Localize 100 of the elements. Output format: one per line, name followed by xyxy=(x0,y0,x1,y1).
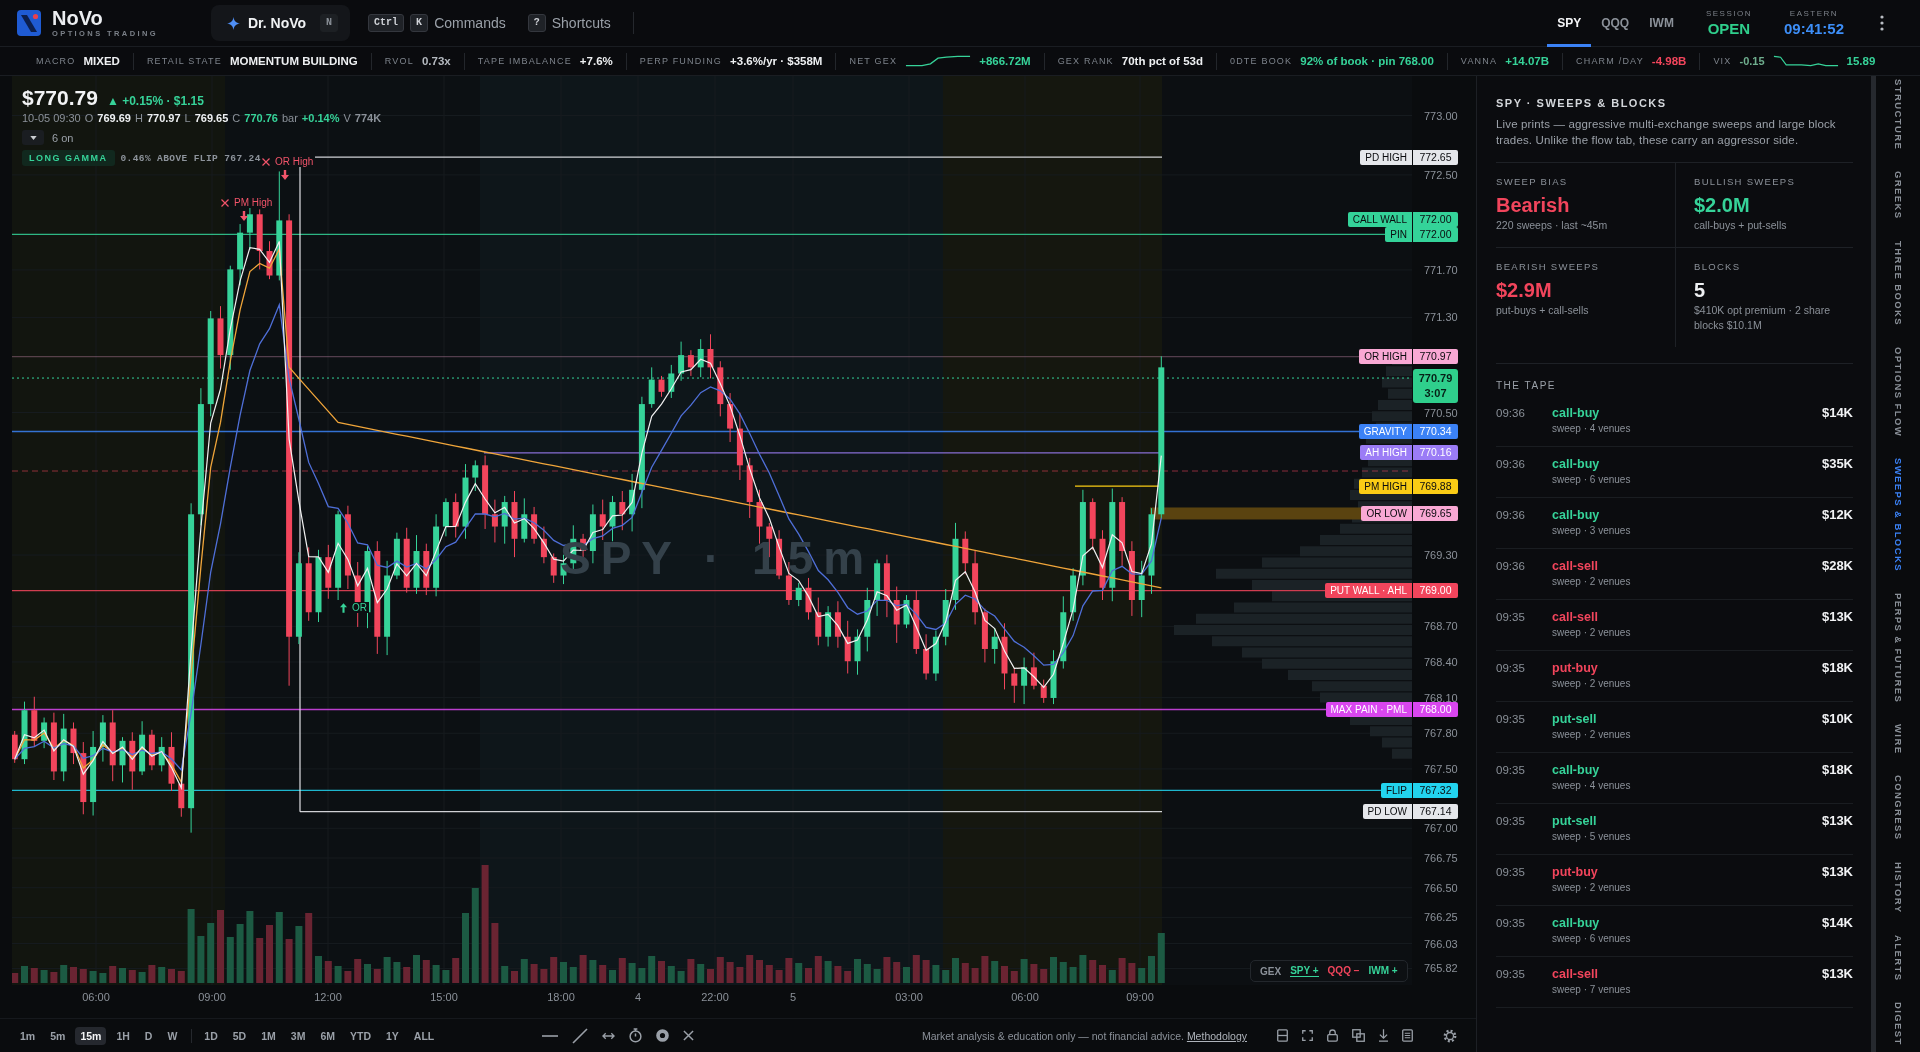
shortcuts-button[interactable]: ? Shortcuts xyxy=(527,14,611,32)
ring-icon[interactable] xyxy=(656,1029,670,1042)
price-tick-label: 766.50 xyxy=(1424,880,1458,895)
trade-detail: sweep · 3 venues xyxy=(1552,524,1632,538)
panel-icon[interactable] xyxy=(1277,1029,1288,1042)
trade-detail: sweep · 2 venues xyxy=(1552,677,1632,691)
side-tab[interactable]: OPTIONS FLOW xyxy=(1892,346,1904,437)
side-tab[interactable]: THREE BOOKS xyxy=(1892,240,1904,326)
price-tick-label: 768.40 xyxy=(1424,654,1458,669)
range-button[interactable]: 6M xyxy=(315,1026,340,1045)
level-price: 767.14 xyxy=(1413,804,1458,820)
trade-amount: $13K xyxy=(1821,966,1853,982)
copy-icon[interactable] xyxy=(1352,1029,1365,1042)
price-tick-label: 766.25 xyxy=(1424,910,1458,925)
trade-detail: sweep · 2 venues xyxy=(1552,626,1632,640)
side-tab[interactable]: SWEEPS & BLOCKS xyxy=(1892,457,1904,572)
more-icon[interactable] xyxy=(1880,15,1884,31)
side-tab[interactable]: DIGEST xyxy=(1892,1002,1904,1046)
metric-label: 0DTE BOOK xyxy=(1229,56,1293,66)
timeframe-button[interactable]: W xyxy=(162,1026,183,1045)
side-tab[interactable]: PERPS & FUTURES xyxy=(1892,592,1904,704)
level-label: PUT WALL · AHL xyxy=(1325,583,1412,599)
indicator-count: 6 on xyxy=(52,131,74,144)
side-tab[interactable]: GREEKS xyxy=(1892,171,1904,220)
range-button[interactable]: YTD xyxy=(345,1026,376,1045)
metric-label: VIX xyxy=(1713,56,1732,66)
logo-icon xyxy=(17,10,41,36)
settings-icon[interactable] xyxy=(1443,1028,1457,1043)
time-tick-label: 03:00 xyxy=(895,991,923,1003)
range-button[interactable]: 1M xyxy=(256,1026,281,1045)
panel-title: SPY · SWEEPS & BLOCKS xyxy=(1496,96,1668,110)
side-tab[interactable]: ALERTS xyxy=(1892,934,1904,981)
trade-time: 09:36 xyxy=(1496,406,1526,421)
trade-detail: sweep · 2 venues xyxy=(1552,575,1632,589)
bar-field-label: C xyxy=(232,111,241,126)
scrollbar[interactable] xyxy=(1871,76,1876,1052)
side-tab[interactable]: STRUCTURE xyxy=(1892,79,1904,151)
timeframe-button[interactable]: D xyxy=(139,1026,158,1045)
sparkline xyxy=(1772,55,1839,67)
double-arrow-icon[interactable] xyxy=(602,1031,616,1040)
list-icon[interactable] xyxy=(1402,1029,1413,1042)
price-tick-label: 771.70 xyxy=(1424,262,1458,277)
trade-time: 09:35 xyxy=(1496,661,1526,676)
app-name: NoVo xyxy=(52,7,104,29)
price-tick-label: 766.03 xyxy=(1424,936,1458,951)
trade-amount: $13K xyxy=(1821,609,1853,625)
trade-type: call-buy xyxy=(1552,405,1601,421)
level-label: AH HIGH xyxy=(1360,445,1412,461)
stat-value: 5 xyxy=(1694,278,1707,303)
stat-value: Bearish xyxy=(1496,193,1571,218)
metric-value: +7.6% xyxy=(579,55,613,67)
trade-amount: $10K xyxy=(1821,711,1853,727)
methodology-link[interactable]: Methodology xyxy=(1186,1029,1247,1042)
trend-line-icon[interactable] xyxy=(572,1027,589,1044)
symbol-tab[interactable]: IWM xyxy=(1639,0,1684,47)
timeframe-button[interactable]: 5m xyxy=(45,1026,71,1045)
range-button[interactable]: ALL xyxy=(408,1026,440,1045)
price-tick-label: 769.30 xyxy=(1424,548,1458,563)
symbol-tab[interactable]: QQQ xyxy=(1591,0,1640,47)
trade-amount: $28K xyxy=(1821,558,1853,574)
assistant-button[interactable]: Dr. NoVo N xyxy=(211,5,351,41)
stat-label: BLOCKS xyxy=(1694,261,1742,273)
range-button[interactable]: 1Y xyxy=(381,1026,404,1045)
stat-value: $2.9M xyxy=(1496,278,1553,303)
horizontal-line-icon[interactable] xyxy=(542,1034,559,1037)
price-tick-label: 765.82 xyxy=(1424,961,1458,976)
metric-value: 0.73x xyxy=(421,55,451,67)
timeframe-button[interactable]: 1H xyxy=(111,1026,135,1045)
trade-type: call-buy xyxy=(1552,507,1601,523)
timeframe-button[interactable]: 1m xyxy=(15,1026,41,1045)
stopwatch-icon[interactable] xyxy=(629,1028,643,1043)
time-tick-label: 06:00 xyxy=(1011,991,1039,1003)
bar-countdown: 3:07 xyxy=(1424,386,1447,402)
trade-time: 09:35 xyxy=(1496,916,1526,931)
range-button[interactable]: 1D xyxy=(199,1026,223,1045)
level-label: OR HIGH xyxy=(1359,349,1412,365)
range-button[interactable]: 5D xyxy=(227,1026,252,1045)
clock-label: EASTERN xyxy=(1789,8,1839,19)
trade-detail: sweep · 4 venues xyxy=(1552,779,1632,793)
bar-field-label: V xyxy=(343,111,351,126)
bar-field-label: H xyxy=(134,111,143,126)
side-tab[interactable]: CONGRESS xyxy=(1892,775,1904,842)
trade-time: 09:35 xyxy=(1496,712,1526,727)
trade-time: 09:36 xyxy=(1496,559,1526,574)
time-tick-label: 12:00 xyxy=(314,991,342,1003)
lock-icon[interactable] xyxy=(1327,1029,1338,1042)
shortcut-key: K xyxy=(410,14,429,32)
commands-button[interactable]: Ctrl K Commands xyxy=(368,14,506,32)
download-icon[interactable] xyxy=(1379,1029,1388,1042)
side-tab[interactable]: WIRE xyxy=(1892,724,1904,755)
range-button[interactable]: 3M xyxy=(285,1026,311,1045)
sparkle-icon xyxy=(227,16,240,30)
metric-value: +866.72M xyxy=(979,55,1031,67)
timeframe-button[interactable]: 15m xyxy=(75,1026,107,1045)
price-tick-label: 768.70 xyxy=(1424,619,1458,634)
close-icon[interactable] xyxy=(683,1030,695,1041)
fullscreen-icon[interactable] xyxy=(1302,1030,1313,1041)
level-price: 770.16 xyxy=(1413,445,1458,461)
session-status: OPEN xyxy=(1707,19,1751,38)
side-tab[interactable]: HISTORY xyxy=(1892,862,1904,914)
